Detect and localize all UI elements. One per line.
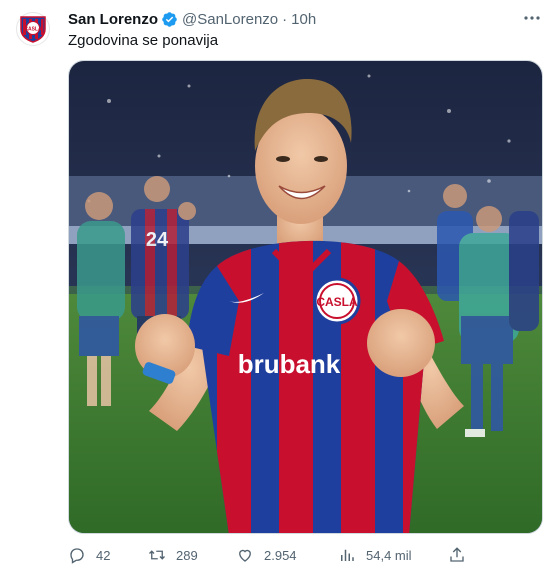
share-button[interactable]: [448, 541, 466, 569]
views-button[interactable]: 54,4 mil: [338, 541, 412, 569]
tweet-text: Zgodovina se ponavija: [68, 32, 219, 49]
like-count: 2.954: [264, 547, 297, 563]
reply-button[interactable]: 42: [68, 541, 110, 569]
author-name[interactable]: San Lorenzo: [68, 11, 158, 28]
analytics-icon: [341, 549, 354, 561]
retweet-count: 289: [176, 547, 198, 563]
more-horizontal-icon: [524, 16, 540, 20]
crest-text: CASLA: [316, 295, 358, 309]
reply-icon: [70, 548, 84, 564]
tweet-header: San Lorenzo @SanLorenzo · 10h: [68, 9, 316, 29]
verified-badge-icon: [162, 11, 177, 27]
view-count: 54,4 mil: [366, 547, 412, 563]
tweet-timestamp[interactable]: 10h: [291, 11, 316, 28]
retweet-button[interactable]: 289: [148, 541, 198, 569]
shirt-number: 24: [146, 229, 169, 251]
avatar[interactable]: CASLA: [16, 12, 50, 46]
separator-dot: ·: [282, 10, 288, 28]
tweet-media-image[interactable]: 24 CASLA brubank: [68, 60, 543, 534]
player-celebration-photo: 24 CASLA brubank: [69, 61, 542, 533]
san-lorenzo-crest-icon: CASLA: [20, 16, 46, 43]
svg-text:CASLA: CASLA: [24, 27, 42, 33]
author-handle[interactable]: @SanLorenzo: [182, 11, 278, 28]
reply-count: 42: [96, 547, 111, 563]
more-options-button[interactable]: [520, 6, 544, 30]
share-icon: [450, 547, 464, 562]
tweet-card[interactable]: CASLA San Lorenzo @SanLorenzo · 10h Zgod…: [0, 0, 550, 571]
like-button[interactable]: 2.954: [236, 541, 297, 569]
tweet-actions: 42 289 2.954 54,4 mil: [60, 541, 480, 569]
heart-icon: [239, 549, 251, 562]
sponsor-text: brubank: [238, 349, 341, 379]
retweet-icon: [149, 550, 165, 560]
